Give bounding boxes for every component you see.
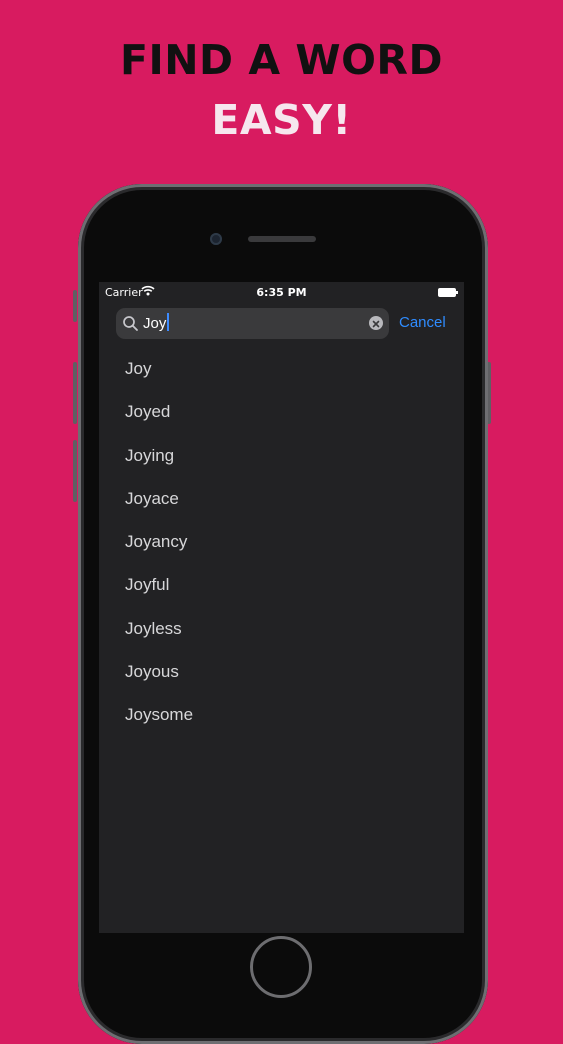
list-item[interactable]: Joy — [99, 347, 464, 390]
cancel-button[interactable]: Cancel — [399, 314, 446, 331]
list-item[interactable]: Joyful — [99, 563, 464, 606]
status-bar: Carrier 6:35 PM — [99, 282, 464, 302]
list-item[interactable]: Joysome — [99, 693, 464, 736]
home-button — [250, 936, 312, 998]
search-query[interactable]: Joy — [143, 313, 170, 334]
list-item[interactable]: Joying — [99, 434, 464, 477]
mute-switch — [73, 290, 77, 322]
results-list: Joy Joyed Joying Joyace Joyancy Joyful J… — [99, 347, 464, 737]
list-item[interactable]: Joyous — [99, 650, 464, 693]
status-time: 6:35 PM — [256, 286, 307, 299]
phone-screen: Carrier 6:35 PM Joy Cancel Joy Joyed Joy… — [99, 282, 464, 933]
volume-up-button — [73, 362, 77, 424]
text-caret — [167, 313, 170, 331]
search-input[interactable]: Joy — [116, 308, 389, 339]
search-query-value: Joy — [143, 315, 167, 332]
list-item[interactable]: Joyace — [99, 477, 464, 520]
search-icon — [122, 315, 139, 336]
clear-icon[interactable] — [369, 316, 383, 330]
headline-line-2: EASY! — [211, 96, 352, 144]
list-item[interactable]: Joyless — [99, 607, 464, 650]
headline-line-1: FIND A WORD — [119, 36, 444, 84]
front-camera — [210, 233, 222, 245]
earpiece-speaker — [248, 236, 316, 242]
battery-icon — [438, 288, 458, 297]
volume-down-button — [73, 440, 77, 502]
list-item[interactable]: Joyancy — [99, 520, 464, 563]
list-item[interactable]: Joyed — [99, 390, 464, 433]
